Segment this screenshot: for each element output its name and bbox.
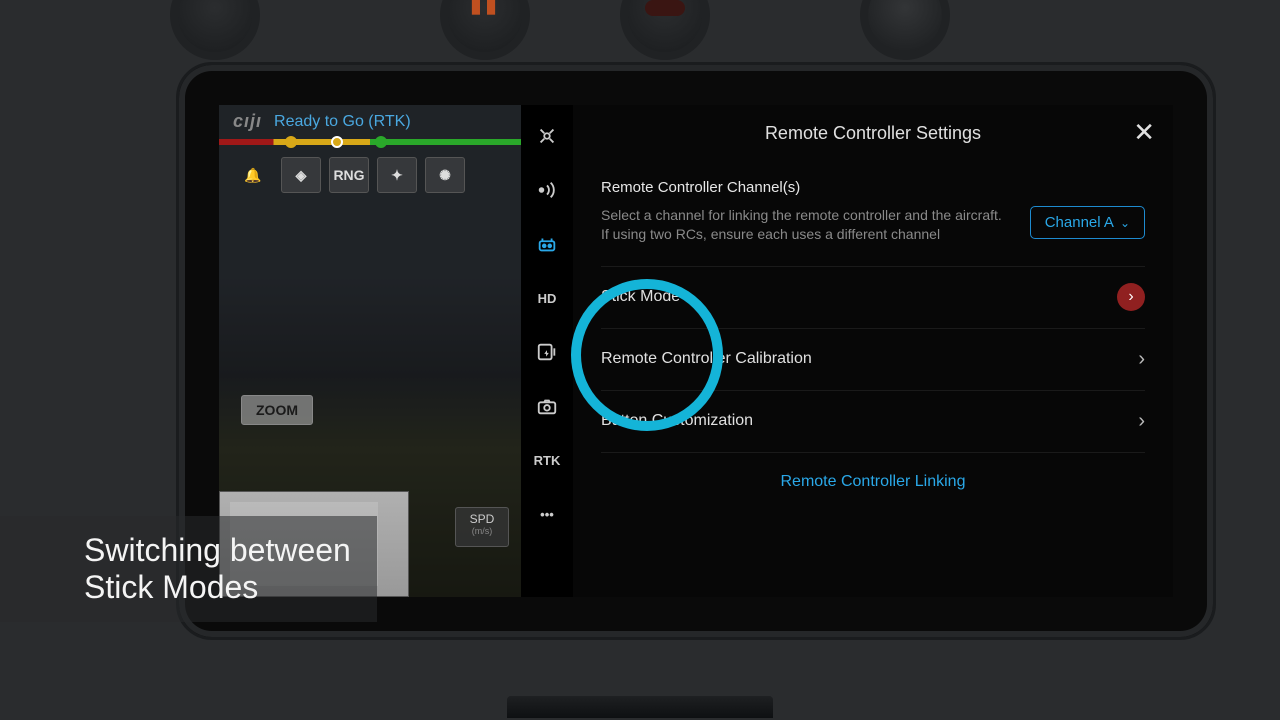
stick-mode-label: Stick Mode bbox=[601, 288, 680, 306]
hd-label[interactable]: HD bbox=[521, 285, 573, 311]
beacon-icon[interactable]: ✺ bbox=[425, 157, 465, 193]
physical-dial-right bbox=[860, 0, 950, 60]
rng-button[interactable]: RNG bbox=[329, 157, 369, 193]
stick-mode-row[interactable]: Stick Mode › bbox=[601, 267, 1145, 329]
channel-heading: Remote Controller Channel(s) bbox=[601, 179, 1145, 196]
physical-power-button bbox=[620, 0, 710, 60]
rtk-label[interactable]: RTK bbox=[521, 447, 573, 473]
flight-progress-bar bbox=[219, 139, 521, 145]
panel-title: Remote Controller Settings bbox=[765, 123, 981, 144]
zoom-button[interactable]: ZOOM bbox=[241, 395, 313, 425]
calibration-label: Remote Controller Calibration bbox=[601, 350, 812, 368]
button-customization-row[interactable]: Button Customization › bbox=[601, 391, 1145, 453]
rc-icon[interactable] bbox=[521, 231, 573, 257]
dji-logo: cıjı bbox=[233, 111, 262, 132]
channel-selected: Channel A bbox=[1045, 214, 1114, 231]
calibration-row[interactable]: Remote Controller Calibration › bbox=[601, 329, 1145, 391]
caption-line2: Stick Modes bbox=[84, 569, 351, 606]
chevron-right-icon: › bbox=[1138, 410, 1145, 433]
spd-unit: (m/s) bbox=[456, 526, 508, 536]
bell-icon[interactable]: 🔔 bbox=[233, 157, 273, 193]
tutorial-caption: Switching between Stick Modes bbox=[0, 516, 377, 622]
channel-description: Select a channel for linking the remote … bbox=[601, 206, 1012, 244]
rc-linking-link[interactable]: Remote Controller Linking bbox=[601, 453, 1145, 511]
battery-icon[interactable] bbox=[521, 339, 573, 365]
speed-indicator: SPD (m/s) bbox=[455, 507, 509, 547]
channel-dropdown[interactable]: Channel A ⌄ bbox=[1030, 206, 1145, 239]
physical-dial-left bbox=[170, 0, 260, 60]
chevron-right-icon: › bbox=[1138, 348, 1145, 371]
signal-icon[interactable] bbox=[521, 177, 573, 203]
more-icon[interactable]: ••• bbox=[521, 501, 573, 527]
chevron-right-icon: › bbox=[1117, 283, 1145, 311]
close-icon[interactable]: ✕ bbox=[1133, 119, 1155, 145]
settings-panel: Remote Controller Settings ✕ Remote Cont… bbox=[573, 105, 1173, 597]
waypoint-icon[interactable]: ◈ bbox=[281, 157, 321, 193]
spd-label: SPD bbox=[470, 512, 495, 526]
settings-sidebar: HD RTK ••• bbox=[521, 105, 573, 597]
caption-line1: Switching between bbox=[84, 532, 351, 569]
physical-pause-button: ▮▮ bbox=[440, 0, 530, 60]
camera-icon[interactable] bbox=[521, 393, 573, 419]
chevron-down-icon: ⌄ bbox=[1120, 216, 1130, 230]
device-handle bbox=[505, 694, 775, 718]
gimbal-icon[interactable]: ✦ bbox=[377, 157, 417, 193]
flight-status: Ready to Go (RTK) bbox=[274, 113, 411, 131]
drone-icon[interactable] bbox=[521, 123, 573, 149]
button-customization-label: Button Customization bbox=[601, 412, 753, 430]
